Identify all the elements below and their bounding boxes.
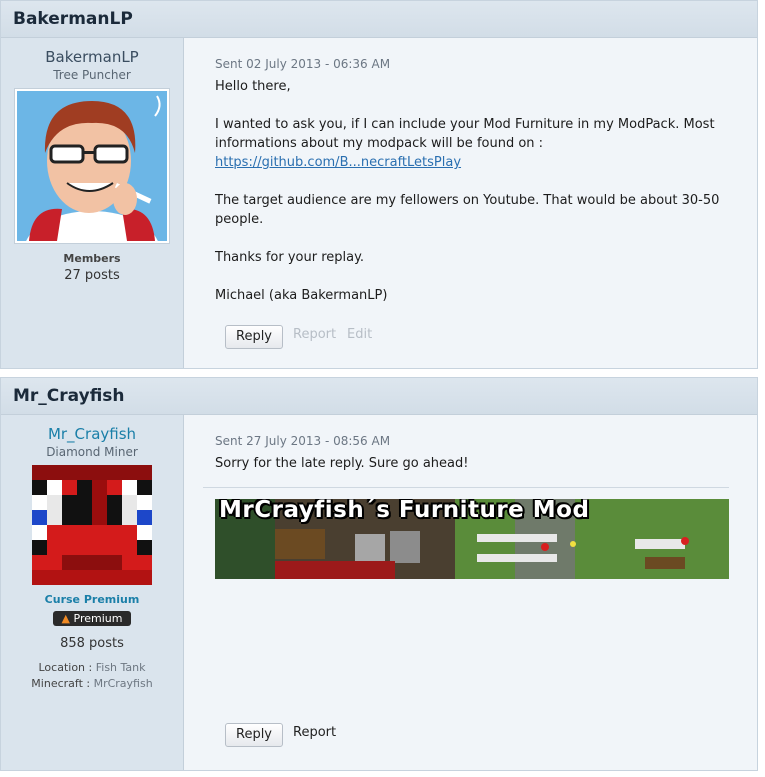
author-panel: BakermanLP Tree Puncher Members 27 posts xyxy=(1,38,184,368)
flame-icon: ▲ xyxy=(61,612,70,625)
premium-badge: ▲ Premium xyxy=(52,611,132,626)
signature-divider xyxy=(203,487,729,488)
report-link[interactable]: Report xyxy=(293,327,336,342)
message-text: Thanks for your replay. xyxy=(215,250,365,265)
message-text: Michael (aka BakermanLP) xyxy=(215,288,388,303)
message-body: Sent 27 July 2013 - 08:56 AM Sorry for t… xyxy=(215,432,731,473)
minecraft-value: MrCrayfish xyxy=(93,677,153,690)
post-count: 858 posts xyxy=(60,636,124,651)
github-link[interactable]: https://github.com/B...necraftLetsPlay xyxy=(215,153,731,172)
avatar-image xyxy=(32,465,152,585)
post-header: BakermanLP xyxy=(1,1,757,38)
message-post: Mr_Crayfish Mr_Crayfish Diamond Miner Cu… xyxy=(0,377,758,771)
location-label: Location : xyxy=(38,661,93,674)
author-name[interactable]: Mr_Crayfish xyxy=(1,425,183,443)
post-header: Mr_Crayfish xyxy=(1,378,757,415)
premium-group: Curse Premium xyxy=(44,593,140,606)
avatar[interactable] xyxy=(32,465,152,585)
post-header-title: Mr_Crayfish xyxy=(13,386,125,406)
message-post: BakermanLP BakermanLP Tree Puncher Membe… xyxy=(0,0,758,369)
edit-link[interactable]: Edit xyxy=(347,327,372,342)
sent-date: Sent 02 July 2013 - 06:36 AM xyxy=(215,57,391,71)
premium-badge-label: Premium xyxy=(73,612,123,625)
message-text: The target audience are my fellowers on … xyxy=(215,193,720,227)
minecraft-label: Minecraft : xyxy=(31,677,91,690)
sent-date: Sent 27 July 2013 - 08:56 AM xyxy=(215,434,391,448)
signature-banner[interactable]: MrCrayfish´s Furniture Mod xyxy=(215,499,729,579)
author-rank: Tree Puncher xyxy=(53,68,131,82)
minecraft-row: Minecraft : MrCrayfish xyxy=(1,677,183,690)
reply-button[interactable]: Reply xyxy=(225,723,284,747)
message-body: Sent 02 July 2013 - 06:36 AM Hello there… xyxy=(215,55,731,305)
message-text: I wanted to ask you, if I can include yo… xyxy=(215,117,715,151)
avatar[interactable] xyxy=(14,88,170,291)
location-value: Fish Tank xyxy=(95,661,146,674)
author-panel: Mr_Crayfish Diamond Miner Curse Premium xyxy=(1,415,184,770)
message-text: Hello there, xyxy=(215,79,291,94)
location-row: Location : Fish Tank xyxy=(1,661,183,674)
report-link[interactable]: Report xyxy=(293,725,336,740)
member-group: Members xyxy=(63,252,121,265)
reply-button[interactable]: Reply xyxy=(225,325,284,349)
message-text: Sorry for the late reply. Sure go ahead! xyxy=(215,456,469,471)
avatar-image xyxy=(17,91,167,291)
banner-title: MrCrayfish´s Furniture Mod xyxy=(219,499,590,523)
author-name[interactable]: BakermanLP xyxy=(1,48,183,66)
post-header-title: BakermanLP xyxy=(13,9,133,29)
post-count: 27 posts xyxy=(64,268,120,283)
author-rank: Diamond Miner xyxy=(46,445,138,459)
